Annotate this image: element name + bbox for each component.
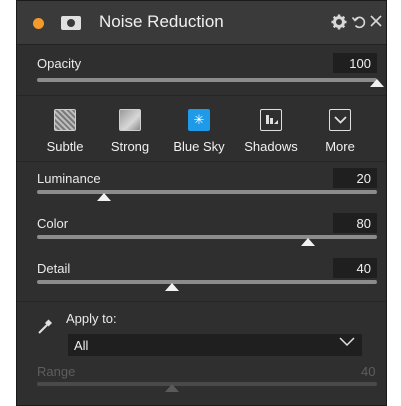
divider [17,161,386,162]
gear-icon[interactable] [331,14,347,35]
preset-label: Strong [110,139,150,154]
range-value: 40 [361,364,376,379]
preset-label: Blue Sky [173,139,225,154]
eyedropper-icon[interactable] [37,319,53,340]
panel-header: Noise Reduction [17,1,386,45]
noise-reduction-panel: Noise Reduction Opacity 100 Subtle Stron… [16,0,387,406]
preset-shadows[interactable]: Shadows [241,109,301,154]
filter-enabled-toggle[interactable] [33,18,44,29]
preset-label: Subtle [46,139,84,154]
preset-blue-sky[interactable]: ✳ Blue Sky [169,109,229,154]
preset-label: More [325,139,355,154]
apply-to-selected-value: All [74,338,89,353]
opacity-value[interactable]: 100 [333,53,377,73]
detail-label: Detail [37,261,71,276]
divider [17,301,386,302]
chevron-down-icon [338,335,356,352]
detail-value[interactable]: 40 [333,258,377,278]
preset-strong[interactable]: Strong [100,109,160,154]
close-icon[interactable] [369,14,383,33]
apply-to-select[interactable]: All [68,334,362,356]
apply-to-label: Apply to: [66,311,117,326]
panel-title: Noise Reduction [99,12,224,31]
luminance-label: Luminance [37,171,101,186]
color-label: Color [37,216,69,231]
range-slider-thumb [165,384,179,392]
detail-slider-track[interactable] [37,280,377,284]
luminance-slider-track[interactable] [37,190,377,194]
preset-label: Shadows [244,139,298,154]
luminance-value[interactable]: 20 [333,168,377,188]
range-label: Range [37,364,76,379]
mask-icon[interactable] [61,16,81,30]
color-slider-track[interactable] [37,235,377,239]
color-slider-thumb[interactable] [301,238,315,246]
preset-subtle[interactable]: Subtle [35,109,95,154]
opacity-slider-thumb[interactable] [370,79,384,87]
opacity-slider-track[interactable] [37,78,377,82]
range-slider-track [37,382,377,386]
color-value[interactable]: 80 [333,213,377,233]
divider [17,95,386,96]
opacity-label: Opacity [37,56,82,71]
strong-preset-icon [119,109,141,131]
blue-sky-preset-icon: ✳ [188,109,210,131]
luminance-slider-thumb[interactable] [97,193,111,201]
shadows-preset-icon [260,109,282,131]
subtle-preset-icon [54,109,76,131]
preset-more[interactable]: More [310,109,370,154]
chevron-down-icon [329,109,351,131]
detail-slider-thumb[interactable] [165,283,179,291]
reset-icon[interactable] [351,14,367,35]
